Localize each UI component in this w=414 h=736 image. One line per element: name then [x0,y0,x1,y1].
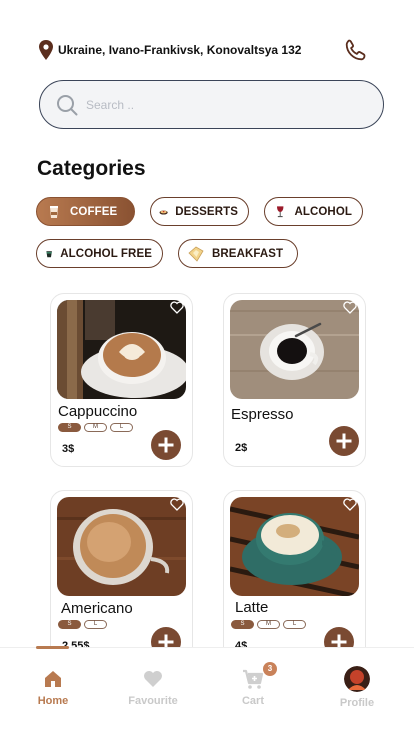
nav-home[interactable]: Home [13,668,93,707]
size-option[interactable]: M [257,620,280,629]
category-chip-alcohol-free[interactable]: ALCOHOL FREE [36,239,163,268]
nav-label: Profile [339,697,375,709]
add-to-cart-button[interactable] [329,426,359,456]
product-name: Espresso [231,406,294,423]
cappuccino-image [57,300,186,399]
size-option[interactable]: S [58,423,81,432]
home-icon [45,671,61,687]
size-option[interactable]: S [231,620,254,629]
nav-cart[interactable]: 3 Cart [213,662,293,707]
avatar [344,666,370,692]
cart-icon [243,669,264,689]
category-label: ALCOHOL [294,205,352,218]
coffee-cup-icon [50,205,58,218]
category-chip-desserts[interactable]: DESSERTS [150,197,249,226]
nav-profile[interactable]: Profile [317,666,397,709]
size-option[interactable]: M [84,423,107,432]
nav-label: Home [37,695,69,707]
category-label: BREAKFAST [212,247,284,260]
product-price: 3$ [62,443,75,455]
nav-favourite[interactable]: Favourite [113,668,193,707]
nav-label: Cart [241,695,264,707]
heart-icon [144,671,162,687]
category-chip-breakfast[interactable]: BREAKFAST [178,239,298,268]
size-option[interactable]: L [84,620,107,629]
size-option[interactable]: S [58,620,81,629]
product-name: Americano [61,600,133,617]
cart-badge: 3 [263,662,277,676]
category-label: ALCOHOL FREE [60,247,152,260]
toast-icon [188,246,204,262]
nav-label: Favourite [128,695,178,707]
search-bar[interactable] [39,80,384,129]
size-selector[interactable]: S L [58,620,107,629]
categories-title: Categories [37,157,146,180]
location-text: Ukraine, Ivano-Frankivsk, Konovaltsya 13… [58,43,302,57]
product-price: 2$ [235,442,248,454]
product-card-latte[interactable]: Latte S M L 4$ [223,490,366,664]
size-option[interactable]: L [110,423,133,432]
size-option[interactable]: L [283,620,306,629]
category-label: COFFEE [70,205,118,218]
product-name: Cappuccino [58,403,138,420]
wine-glass-icon [277,205,284,217]
location-pin-icon [39,40,53,60]
search-icon [57,94,78,115]
favourite-heart-icon[interactable] [170,498,184,511]
location-bar[interactable]: Ukraine, Ivano-Frankivsk, Konovaltsya 13… [38,38,366,62]
latte-image [230,497,359,596]
favourite-heart-icon[interactable] [343,301,357,314]
americano-image [57,497,186,596]
size-selector[interactable]: S M L [231,620,306,629]
product-card-cappuccino[interactable]: Cappuccino S M L 3$ [50,293,193,467]
product-card-espresso[interactable]: Espresso 2$ [223,293,366,467]
category-chip-coffee[interactable]: COFFEE [36,197,135,226]
category-chip-alcohol[interactable]: ALCOHOL [264,197,363,226]
product-name: Latte [235,599,269,616]
add-to-cart-button[interactable] [151,430,181,460]
phone-icon[interactable] [344,38,368,62]
soft-drink-icon [46,250,52,257]
category-label: DESSERTS [175,205,238,218]
active-tab-indicator [36,646,69,649]
size-selector[interactable]: S M L [58,423,133,432]
bottom-nav: Home Favourite 3 Cart Profile [0,646,414,736]
search-input[interactable] [86,97,346,112]
favourite-heart-icon[interactable] [170,301,184,314]
product-card-americano[interactable]: Americano S L 2.55$ [50,490,193,664]
favourite-heart-icon[interactable] [343,498,357,511]
espresso-image [230,300,359,399]
dessert-icon [159,209,168,215]
